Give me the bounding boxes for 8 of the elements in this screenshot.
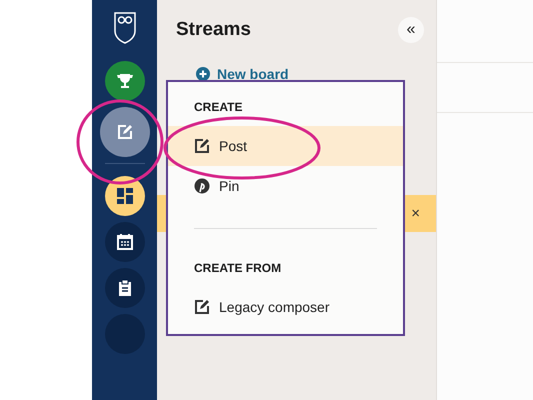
section-heading: CREATE FROM bbox=[194, 261, 282, 275]
menu-item[interactable]: Legacy composer bbox=[168, 287, 403, 327]
collapse-button[interactable]: « bbox=[398, 17, 424, 43]
panel-title: Streams bbox=[176, 19, 251, 41]
section-heading: CREATE bbox=[194, 100, 242, 114]
menu-item[interactable]: Pin bbox=[168, 166, 403, 206]
close-button[interactable]: × bbox=[407, 205, 424, 222]
menu-item[interactable]: Post bbox=[168, 126, 403, 166]
